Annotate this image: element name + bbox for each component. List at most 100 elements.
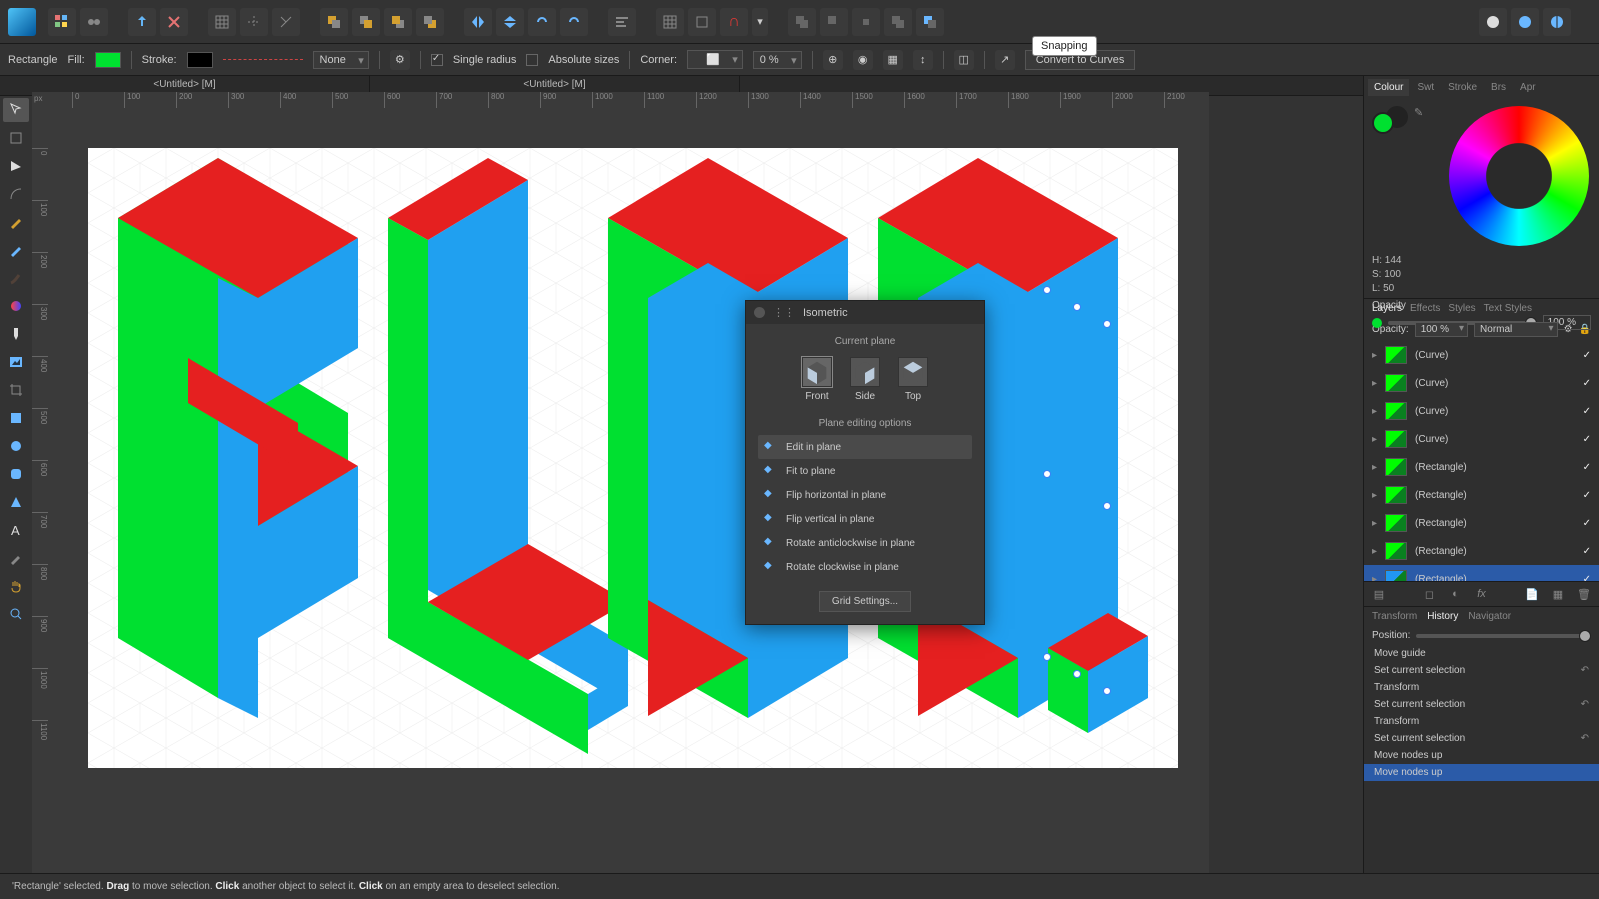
iso-option[interactable]: ◆Flip horizontal in plane — [758, 483, 972, 507]
history-list[interactable]: Move guideSet current selection↶Transfor… — [1364, 645, 1599, 781]
triangle-tool[interactable] — [3, 490, 29, 514]
colour-wheel[interactable] — [1449, 106, 1589, 246]
order-back-btn[interactable] — [416, 8, 444, 36]
upload-btn[interactable] — [128, 8, 156, 36]
convert-prefix-btn[interactable]: ↗ — [995, 50, 1015, 70]
order-backward-btn[interactable] — [384, 8, 412, 36]
view-mode-1[interactable] — [1479, 8, 1507, 36]
close-icon[interactable] — [754, 307, 765, 318]
isometric-panel[interactable]: ⋮⋮ Isometric Current plane Front Side To… — [745, 300, 985, 625]
snap-dropdown[interactable]: ▾ — [752, 8, 768, 36]
view-mode-3[interactable] — [1543, 8, 1571, 36]
gear-icon[interactable]: ⚙ — [390, 50, 410, 70]
iso-option[interactable]: ◆Fit to plane — [758, 459, 972, 483]
pen-tool[interactable] — [3, 210, 29, 234]
plane-side[interactable]: Side — [850, 357, 880, 402]
tab-navigator[interactable]: Navigator — [1468, 611, 1511, 622]
iso-option[interactable]: ◆Flip vertical in plane — [758, 507, 972, 531]
brush-tool[interactable] — [3, 266, 29, 290]
tab-brushes[interactable]: Brs — [1485, 79, 1512, 96]
eyedropper-icon[interactable]: ✎ — [1414, 106, 1423, 134]
selection-handle[interactable] — [1043, 286, 1051, 294]
absolute-sizes-checkbox[interactable] — [526, 54, 538, 66]
axis-btn[interactable] — [272, 8, 300, 36]
history-item[interactable]: Set current selection↶ — [1364, 696, 1599, 713]
transform-origin-btn[interactable]: ⊕ — [823, 50, 843, 70]
stroke-style-dropdown[interactable]: None — [313, 51, 369, 69]
layer-row[interactable]: ▸(Rectangle)✓ — [1364, 537, 1599, 565]
tab-transform[interactable]: Transform — [1372, 611, 1417, 622]
tab-colour[interactable]: Colour — [1368, 79, 1409, 96]
snapping-btn[interactable]: ∩ — [720, 8, 748, 36]
history-item[interactable]: Set current selection↶ — [1364, 662, 1599, 679]
tab-history[interactable]: History — [1427, 611, 1458, 622]
selection-handle[interactable] — [1073, 670, 1081, 678]
layer-row[interactable]: ▸(Curve)✓ — [1364, 425, 1599, 453]
align-btn[interactable] — [608, 8, 636, 36]
selection-handle[interactable] — [1073, 303, 1081, 311]
transparency-tool[interactable] — [3, 322, 29, 346]
rotate-ccw-btn[interactable] — [528, 8, 556, 36]
show-grid-btn[interactable] — [656, 8, 684, 36]
add-group-icon[interactable]: ▦ — [1549, 586, 1567, 602]
layer-list[interactable]: ▸(Curve)✓▸(Curve)✓▸(Curve)✓▸(Curve)✓▸(Re… — [1364, 341, 1599, 581]
fill-tool[interactable] — [3, 294, 29, 318]
plane-front[interactable]: Front — [802, 357, 832, 402]
delete-layer-icon[interactable]: 🗑 — [1575, 586, 1593, 602]
boolean-sub-btn[interactable] — [820, 8, 848, 36]
layer-opacity-value[interactable]: 100 % — [1415, 322, 1468, 337]
show-transform-btn[interactable]: ◉ — [853, 50, 873, 70]
snap-edges-btn[interactable] — [688, 8, 716, 36]
flip-v-btn[interactable] — [496, 8, 524, 36]
history-item[interactable]: Transform — [1364, 679, 1599, 696]
place-image-tool[interactable] — [3, 350, 29, 374]
layer-row[interactable]: ▸(Rectangle)✓ — [1364, 481, 1599, 509]
selection-handle[interactable] — [1103, 320, 1111, 328]
history-item[interactable]: Move guide — [1364, 645, 1599, 662]
colour-wells[interactable]: ✎ — [1372, 106, 1423, 134]
boolean-int-btn[interactable] — [852, 8, 880, 36]
single-radius-checkbox[interactable] — [431, 54, 443, 66]
selection-handle[interactable] — [1043, 470, 1051, 478]
plane-top[interactable]: Top — [898, 357, 928, 402]
layer-row[interactable]: ▸(Rectangle)✓ — [1364, 453, 1599, 481]
iso-option[interactable]: ◆Rotate clockwise in plane — [758, 555, 972, 579]
layer-row[interactable]: ▸(Curve)✓ — [1364, 369, 1599, 397]
shape-tool[interactable] — [3, 406, 29, 430]
layer-stack-icon[interactable]: ▤ — [1370, 586, 1388, 602]
guides-btn[interactable] — [240, 8, 268, 36]
layer-row[interactable]: ▸(Rectangle)✓ — [1364, 509, 1599, 537]
corner-type-dropdown[interactable]: ⬜ — [687, 50, 743, 69]
add-layer-icon[interactable]: 📄 — [1523, 586, 1541, 602]
crop-tool[interactable] — [3, 378, 29, 402]
auto-btn[interactable] — [160, 8, 188, 36]
pencil-tool[interactable] — [3, 238, 29, 262]
stroke-swatch[interactable] — [187, 52, 213, 68]
canvas-viewport[interactable] — [48, 108, 1209, 873]
history-item[interactable]: Transform — [1364, 713, 1599, 730]
boolean-add-btn[interactable] — [788, 8, 816, 36]
mask-icon[interactable]: ◻ — [1421, 586, 1439, 602]
fx-icon[interactable]: fx — [1473, 586, 1491, 602]
history-item[interactable]: Set current selection↶ — [1364, 730, 1599, 747]
canvas[interactable] — [88, 148, 1178, 768]
layer-row[interactable]: ▸(Curve)✓ — [1364, 397, 1599, 425]
iso-option[interactable]: ◆Edit in plane — [758, 435, 972, 459]
hand-tool[interactable] — [3, 574, 29, 598]
text-tool[interactable]: A — [3, 518, 29, 542]
iso-letter-b[interactable] — [118, 158, 388, 738]
hide-selection-btn[interactable]: ▦ — [883, 50, 903, 70]
boolean-div-btn[interactable] — [916, 8, 944, 36]
selection-handle[interactable] — [1103, 687, 1111, 695]
selection-handle[interactable] — [1043, 653, 1051, 661]
eyedropper-tool[interactable] — [3, 546, 29, 570]
fill-well[interactable] — [1372, 112, 1394, 134]
order-front-btn[interactable] — [320, 8, 348, 36]
history-item[interactable]: Move nodes up — [1364, 764, 1599, 781]
cycle-btn[interactable]: ↕ — [913, 50, 933, 70]
tab-swatches[interactable]: Swt — [1411, 79, 1440, 96]
layer-row[interactable]: ▸(Rectangle)✓ — [1364, 565, 1599, 581]
iso-option[interactable]: ◆Rotate anticlockwise in plane — [758, 531, 972, 555]
persona-btn-2[interactable] — [80, 8, 108, 36]
corner-tool[interactable] — [3, 182, 29, 206]
